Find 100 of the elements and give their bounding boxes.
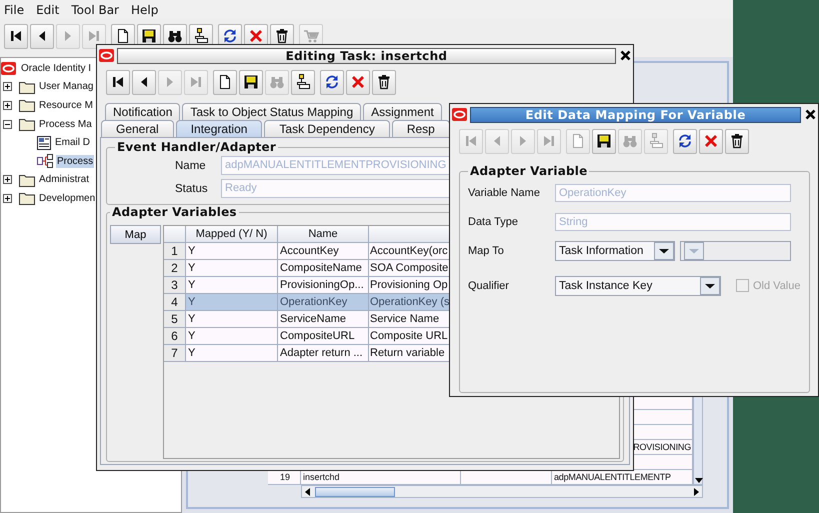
document-icon <box>570 133 586 149</box>
table-cell: OperationKey <box>278 294 369 311</box>
column-header[interactable]: Name <box>278 226 369 243</box>
close-button[interactable] <box>804 109 817 120</box>
expand-icon[interactable] <box>3 175 12 184</box>
row-number: 2 <box>164 260 186 277</box>
table-cell: CompositeURL <box>278 328 369 345</box>
table-cell: Y <box>186 260 278 277</box>
folder-icon <box>19 191 35 206</box>
oval-logo-icon <box>452 108 467 121</box>
binoculars-icon <box>269 74 285 90</box>
tree-item[interactable]: Email D <box>54 136 92 150</box>
toolbar-button[interactable] <box>106 70 130 94</box>
last-arrow-icon <box>86 28 102 44</box>
folder-icon <box>19 117 35 132</box>
first-arrow-icon <box>110 74 126 90</box>
folder-icon <box>19 98 35 112</box>
tree-item[interactable]: Process Ma <box>38 118 93 131</box>
table-cell: Y <box>186 294 278 311</box>
binoculars-icon <box>622 133 638 149</box>
tree-item[interactable]: Administrat <box>38 173 90 186</box>
toolbar-button[interactable] <box>725 128 749 154</box>
first-arrow-icon <box>8 28 24 44</box>
scrollbar-thumb[interactable] <box>315 486 395 496</box>
table-cell: ProvisioningOp... <box>278 277 369 294</box>
refresh-icon <box>222 28 238 44</box>
group-title: Adapter Variables <box>111 205 238 219</box>
toolbar-button[interactable] <box>291 70 315 94</box>
toolbar-button[interactable] <box>372 70 396 94</box>
window-title: Edit Data Mapping For Variable <box>470 106 801 122</box>
cart-icon <box>303 28 319 44</box>
field-label: Status <box>175 182 209 194</box>
dropdown[interactable]: Task Instance Key <box>555 276 721 296</box>
tree-item[interactable]: Developmen <box>38 192 96 205</box>
left-arrow-icon <box>304 486 312 496</box>
tab[interactable]: Integration <box>176 120 262 137</box>
tree-item[interactable]: Oracle Identity I <box>20 62 92 75</box>
toolbar-button[interactable] <box>132 70 156 94</box>
table-cell: ServiceName <box>278 311 369 328</box>
tab[interactable]: Task to Object Status Mapping <box>182 103 362 120</box>
menu-item[interactable]: File <box>1 2 28 16</box>
row-number: 5 <box>164 311 186 328</box>
row-number: 4 <box>164 294 186 311</box>
stamp-icon <box>193 28 209 44</box>
group-title: Event Handler/Adapter <box>116 140 277 154</box>
table-cell: Adapter return ... <box>278 345 369 362</box>
table-cell: Y <box>186 328 278 345</box>
table-cell: Y <box>186 243 278 260</box>
field-label: Data Type <box>468 216 519 228</box>
menu-item[interactable]: Help <box>128 2 162 16</box>
stamp-icon <box>295 74 311 90</box>
row-number: 7 <box>164 345 186 362</box>
menu-item[interactable]: Tool Bar <box>68 2 122 16</box>
stamp-icon <box>648 133 664 149</box>
expand-icon[interactable] <box>3 100 12 110</box>
toolbar-button[interactable] <box>213 70 237 94</box>
tab[interactable]: Notification <box>105 103 180 120</box>
collapse-icon[interactable] <box>3 120 12 129</box>
tab[interactable]: Resp <box>392 120 450 137</box>
group-title: Adapter Variable <box>469 164 588 178</box>
map-button[interactable]: Map <box>110 225 161 244</box>
card-icon <box>37 136 51 150</box>
close-icon <box>620 50 631 61</box>
trash-icon <box>376 74 392 90</box>
tab[interactable]: Assignment <box>363 103 442 120</box>
toolbar-button[interactable] <box>30 24 54 48</box>
dropdown[interactable]: Task Information <box>555 240 675 260</box>
field-label: Map To <box>468 244 505 256</box>
table-cell: CompositeName <box>278 260 369 277</box>
column-header[interactable]: Mapped (Y/ N) <box>186 226 278 243</box>
right-arrow-icon <box>692 486 700 496</box>
toolbar-button[interactable] <box>592 128 616 154</box>
field-label: Name <box>175 160 207 172</box>
expand-icon[interactable] <box>3 194 12 203</box>
tree-item[interactable]: User Manag <box>38 80 94 94</box>
tree-item[interactable]: Resource M <box>38 98 94 112</box>
trash-icon <box>274 28 290 44</box>
field-label: Variable Name <box>468 186 541 198</box>
table-cell: Y <box>186 345 278 362</box>
down-arrow-icon <box>694 476 704 484</box>
folder-icon <box>19 80 35 94</box>
binoculars-icon <box>167 28 183 44</box>
toolbar-button[interactable] <box>4 24 28 48</box>
scrollbar[interactable] <box>301 485 703 498</box>
tree-item[interactable]: Process <box>56 154 94 168</box>
last-arrow-icon <box>541 133 557 149</box>
close-button[interactable] <box>619 50 632 61</box>
toolbar-button[interactable] <box>320 70 344 94</box>
toolbar-button[interactable] <box>239 70 263 94</box>
trash-icon <box>729 133 745 149</box>
table-cell: adpMANUALENTITLEMENTP <box>554 472 671 482</box>
row-number: 3 <box>164 277 186 294</box>
delete-icon <box>703 133 719 149</box>
tab[interactable]: General <box>101 120 174 137</box>
window-title: Editing Task: insertchd <box>117 48 616 64</box>
tab[interactable]: Task Dependency <box>264 120 390 137</box>
menu-item[interactable]: Edit <box>33 2 62 16</box>
folder-icon <box>19 172 35 187</box>
toolbar-button[interactable] <box>673 128 697 154</box>
expand-icon[interactable] <box>3 82 12 92</box>
